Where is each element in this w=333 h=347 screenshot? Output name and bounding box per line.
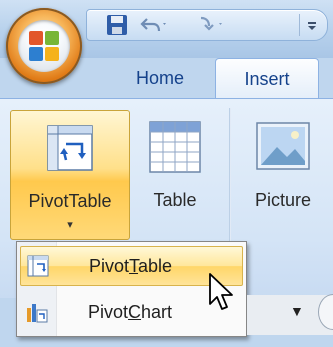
office-button[interactable] [6, 8, 82, 84]
table-button-label: Table [153, 190, 197, 210]
quick-access-toolbar [86, 9, 328, 41]
pivottable-button-label: PivotTable [28, 191, 112, 211]
picture-button[interactable]: Picture [238, 110, 328, 240]
table-button[interactable]: Table [135, 110, 215, 240]
pivottable-small-icon [21, 255, 55, 277]
picture-button-label: Picture [254, 190, 312, 210]
combo-dropdown-icon[interactable]: ▼ [290, 303, 304, 319]
customize-dropdown-icon[interactable] [305, 13, 319, 37]
group-separator [229, 108, 231, 258]
pivotchart-icon [20, 300, 54, 324]
pivottable-icon [41, 119, 99, 177]
pivottable-button[interactable]: PivotTable ▾ [10, 110, 130, 240]
undo-icon[interactable] [139, 13, 169, 37]
menu-item-pivotchart-label: PivotChart [88, 301, 173, 322]
tab-insert[interactable]: Insert [215, 58, 319, 99]
qat-separator [299, 14, 300, 36]
table-grid-icon [146, 118, 204, 176]
menu-item-pivottable-label: PivotTable [89, 255, 173, 276]
office-button-inner [18, 20, 70, 72]
picture-icon [254, 118, 312, 176]
office-logo-icon [29, 31, 59, 61]
save-icon[interactable] [105, 13, 129, 37]
chevron-down-icon: ▾ [67, 219, 73, 231]
tab-home[interactable]: Home [110, 58, 210, 99]
mouse-pointer-icon [209, 273, 233, 310]
redo-icon[interactable] [191, 13, 225, 37]
